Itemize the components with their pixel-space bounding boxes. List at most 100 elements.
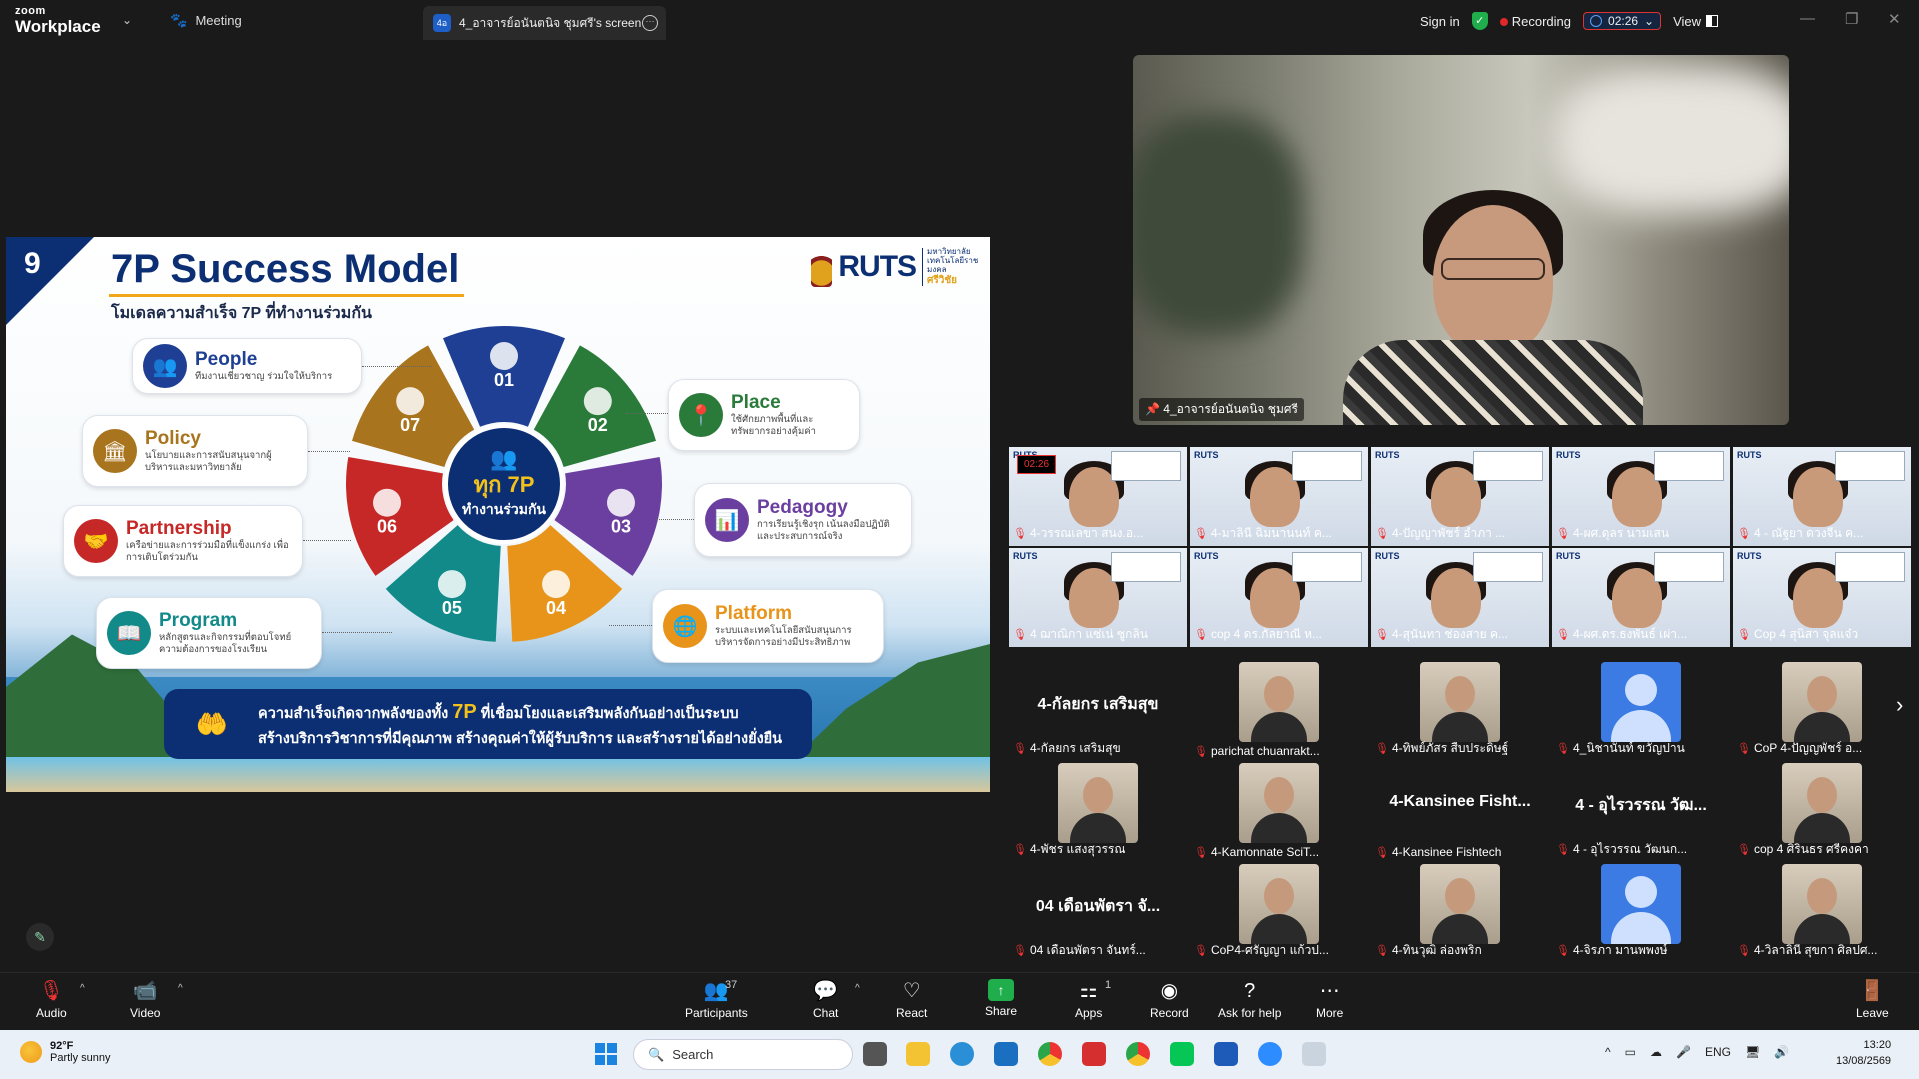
chrome-profile-icon[interactable]: [1126, 1042, 1150, 1066]
mic-muted-icon: 🎙: [1375, 528, 1389, 540]
card-people-desc: ทีมงานเชี่ยวชาญ ร่วมใจให้บริการ: [195, 371, 333, 383]
participant-tile[interactable]: RUTS 🎙 4 ฌาณิกา แซ่เน่ ซูกลิน: [1009, 548, 1187, 647]
zoom-icon[interactable]: [1258, 1042, 1282, 1066]
taskbar-clock[interactable]: 13:20 13/08/2569: [1836, 1038, 1891, 1070]
ruts-side-text: มหาวิทยาลัย เทคโนโลยีราชมงคล ศรีวิชัย: [922, 247, 990, 286]
audio-button[interactable]: 🎙 Audio: [36, 979, 67, 1020]
participant-tile[interactable]: RUTS 🎙 4-ปัญญาพัชร์ อำภา ...: [1371, 447, 1549, 546]
participant-tile[interactable]: 🎙 4-ทิพย์ภัสร สืบประดิษฐ์: [1371, 662, 1549, 761]
sign-in-link[interactable]: Sign in: [1420, 14, 1460, 29]
participant-tile[interactable]: 🎙 4-พัชร แสงสุวรรณ: [1009, 763, 1187, 862]
chat-button[interactable]: 💬 Chat: [813, 979, 838, 1020]
participant-name-text: parichat chuanrakt...: [1210, 744, 1320, 758]
participant-tile[interactable]: 🎙 4-วิลาลินี สุขกา ศิลปศ...: [1733, 864, 1911, 963]
ask-for-help-button[interactable]: ? Ask for help: [1218, 979, 1281, 1020]
task-view-icon[interactable]: [863, 1042, 887, 1066]
recording-indicator[interactable]: Recording: [1499, 14, 1571, 29]
react-button[interactable]: ♡ React: [896, 979, 927, 1020]
participant-name-text: 4-วรรณเลขา สนง.อ...: [1029, 526, 1144, 540]
shield-check-icon[interactable]: ✓: [1471, 12, 1488, 30]
participant-tile[interactable]: 🎙 cop 4 ศิรินธร ศรีคงคา: [1733, 763, 1911, 862]
chrome-icon[interactable]: [1038, 1042, 1062, 1066]
file-explorer-icon[interactable]: [906, 1042, 930, 1066]
participant-tile[interactable]: 4-Kansinee Fisht... 🎙 4-Kansinee Fishtech: [1371, 763, 1549, 862]
participant-name-text: 4 ฌาณิกา แซ่เน่ ซูกลิน: [1029, 627, 1148, 641]
close-icon[interactable]: ✕: [1888, 10, 1901, 28]
participant-name-text: 4-ทินวุฒิ ล่องพริก: [1391, 943, 1482, 957]
connector-line: [626, 413, 668, 414]
chevron-down-icon[interactable]: ⌄: [122, 13, 132, 27]
participant-tile[interactable]: 🎙 4-จิรภา มานพพงษ์: [1552, 864, 1730, 963]
participant-tile[interactable]: RUTS 🎙 4-มาลินี ฉิมนานนท์ ค...: [1190, 447, 1368, 546]
more-options-icon[interactable]: ···: [642, 15, 658, 31]
windows-start-icon[interactable]: [595, 1043, 617, 1065]
participants-button[interactable]: 👥 37 Participants: [685, 979, 748, 1020]
participant-tile[interactable]: RUTS 🎙 4-สุนันทา ช่องสาย ค...: [1371, 548, 1549, 647]
handshake-icon: 🤝: [74, 519, 118, 563]
speaker-name-label: 📌 4_อาจารย์อนันตนิจ ชุมศรี: [1139, 398, 1304, 421]
participant-tile[interactable]: 🎙 CoP4-ศรัญญา แก้วป...: [1190, 864, 1368, 963]
leave-button[interactable]: 🚪 Leave: [1856, 979, 1889, 1020]
meeting-timer[interactable]: 02:26 ⌄: [1583, 12, 1662, 30]
participant-name-text: 4-สุนันทา ช่องสาย ค...: [1391, 627, 1509, 641]
minimize-icon[interactable]: —: [1800, 10, 1815, 27]
store-icon[interactable]: [994, 1042, 1018, 1066]
participant-tile[interactable]: 🎙 CoP 4-ปัญญพัชร์ อ...: [1733, 662, 1911, 761]
taskbar-search[interactable]: 🔍 Search: [633, 1039, 853, 1070]
weather-widget[interactable]: 92°F Partly sunny: [20, 1040, 111, 1064]
record-button[interactable]: ◉ Record: [1150, 979, 1189, 1020]
participant-tile[interactable]: RUTS02:26🎙4-วรรณเลขา สนง.อ...: [1009, 447, 1187, 546]
thumb-brand-text: RUTS: [1556, 551, 1581, 561]
restore-icon[interactable]: ❐: [1845, 10, 1858, 28]
participant-tile[interactable]: 🎙 parichat chuanrakt...: [1190, 662, 1368, 761]
participant-tile[interactable]: RUTS 🎙 cop 4 ดร.กัลยาณี ห...: [1190, 548, 1368, 647]
windows-taskbar: 92°F Partly sunny 🔍 Search ^ ▭ ☁ 🎤 ENG 🖥 🔊…: [0, 1030, 1919, 1079]
chevron-up-icon[interactable]: ^: [80, 983, 85, 994]
word-icon[interactable]: [1214, 1042, 1238, 1066]
line-icon[interactable]: [1170, 1042, 1194, 1066]
monitor-icon[interactable]: 🖥: [1745, 1045, 1760, 1059]
participant-tile[interactable]: 4-กัลยกร เสริมสุข 🎙 4-กัลยกร เสริมสุข: [1009, 662, 1187, 761]
thumb-background-banner: [1111, 451, 1181, 481]
wheel-segment-number: 02: [588, 415, 608, 435]
chevron-up-icon[interactable]: ^: [178, 983, 183, 994]
view-button[interactable]: View: [1673, 14, 1719, 29]
chevron-up-icon[interactable]: ^: [855, 983, 860, 994]
clock-time: 13:20: [1863, 1039, 1892, 1051]
microphone-icon[interactable]: 🎤: [1676, 1045, 1691, 1059]
participant-tile[interactable]: RUTS 🎙 4 - ณัฐยา ดวงจีน ค...: [1733, 447, 1911, 546]
chevron-right-icon[interactable]: ›: [1896, 692, 1903, 718]
participant-tile[interactable]: RUTS 🎙 4-ผศ.ดุลร นามเสน: [1552, 447, 1730, 546]
mic-muted-icon: 🎙: [1194, 945, 1208, 957]
participant-tile[interactable]: 🎙 4_นิชานันท์ ขวัญปาน: [1552, 662, 1730, 761]
summary-banner: 🤲 ความสำเร็จเกิดจากพลังของทั้ง 7P ที่เชื…: [164, 689, 812, 759]
annotate-pencil-icon[interactable]: ✎: [26, 923, 54, 951]
participant-tile[interactable]: 🎙 4-Kamonnate SciT...: [1190, 763, 1368, 862]
participant-tile[interactable]: RUTS 🎙 Cop 4 สุนิสา จุลแจ๋ว: [1733, 548, 1911, 647]
participant-tile[interactable]: RUTS 🎙 4-ผศ.ดร.ธงพันธ์ เผ่า...: [1552, 548, 1730, 647]
participant-tile[interactable]: 4 - อุไรวรรณ วัฒ... 🎙 4 - อุไรวรรณ วัฒนก..…: [1552, 763, 1730, 862]
snipping-tool-icon[interactable]: [1302, 1042, 1326, 1066]
pdf-reader-icon[interactable]: [1082, 1042, 1106, 1066]
participant-name: 🎙 4-กัลยกร เสริมสุข: [1013, 739, 1121, 758]
video-button[interactable]: 📹 Video: [130, 979, 160, 1020]
summary-line1-highlight: 7P: [452, 701, 477, 724]
tab-meeting[interactable]: 🐾 Meeting: [170, 12, 242, 29]
more-button[interactable]: ⋯ More: [1316, 979, 1343, 1020]
clock-date: 13/08/2569: [1836, 1054, 1892, 1067]
card-people-title: People: [195, 349, 258, 371]
edge-icon[interactable]: [950, 1042, 974, 1066]
network-icon[interactable]: ☁: [1650, 1045, 1662, 1059]
card-platform-title: Platform: [715, 603, 793, 625]
speaker-icon[interactable]: 🔊: [1774, 1045, 1789, 1059]
share-button[interactable]: ↑ Share: [985, 979, 1017, 1018]
apps-button[interactable]: ⚏ 1 Apps: [1075, 979, 1111, 1020]
active-speaker-video[interactable]: 📌 4_อาจารย์อนันตนิจ ชุมศรี: [1133, 55, 1789, 425]
chevron-up-icon[interactable]: ^: [1605, 1045, 1611, 1059]
mic-muted-icon: 🎙: [1375, 846, 1389, 859]
participant-tile[interactable]: 04 เดือนพัตรา จั... 🎙 04 เดือนพัตรา จันทร์…: [1009, 864, 1187, 963]
language-indicator[interactable]: ENG: [1705, 1045, 1731, 1059]
battery-icon[interactable]: ▭: [1625, 1045, 1636, 1059]
tab-shared-screen[interactable]: 4อ 4_อาจารย์อนันตนิจ ชุมศรี's screen ···: [423, 6, 666, 40]
participant-tile[interactable]: 🎙 4-ทินวุฒิ ล่องพริก: [1371, 864, 1549, 963]
